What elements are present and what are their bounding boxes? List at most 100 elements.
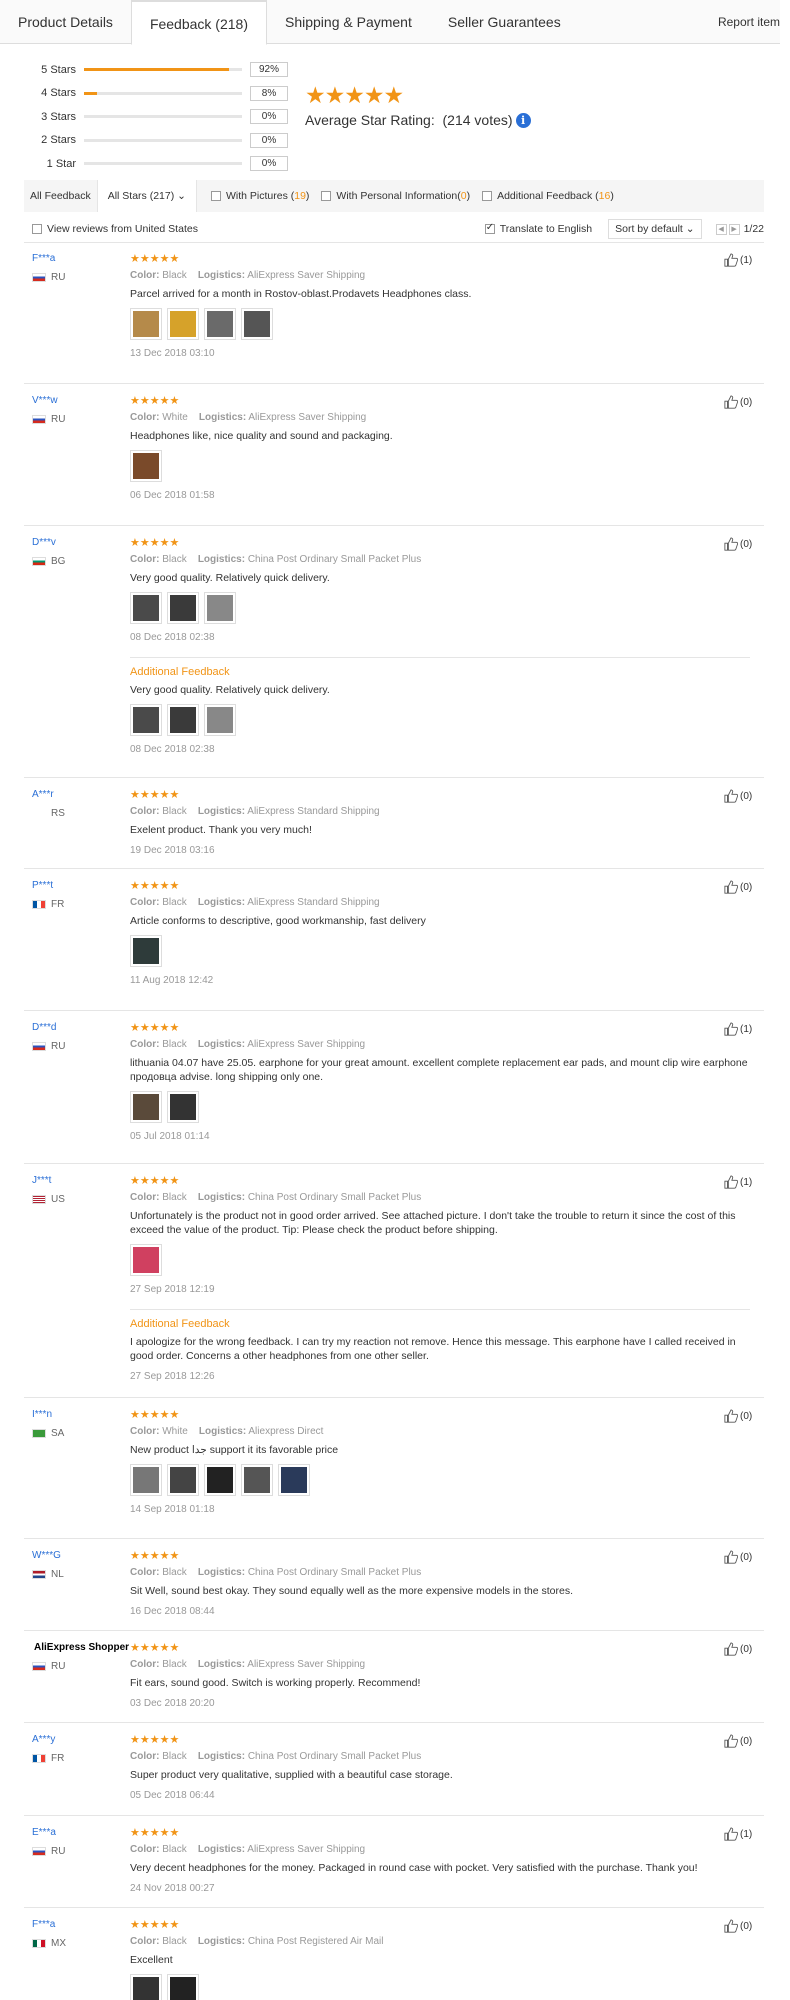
helpful-button[interactable]: (0) — [724, 1409, 752, 1423]
review-photo-thumbnail[interactable] — [167, 308, 199, 340]
next-page-icon[interactable]: ▶ — [728, 223, 740, 235]
logistics-value: AliExpress Standard Shipping — [247, 897, 380, 908]
review-photo-thumbnail[interactable] — [167, 592, 199, 624]
reviewer-name[interactable]: V***w — [32, 395, 58, 406]
review-date: 05 Jul 2018 01:14 — [130, 1131, 210, 1142]
review-text: Exelent product. Thank you very much! — [130, 824, 312, 836]
color-value: White — [162, 1426, 188, 1437]
helpful-button[interactable]: (1) — [724, 1022, 752, 1036]
review-photo-thumbnail[interactable] — [278, 1464, 310, 1496]
divider — [24, 1630, 764, 1631]
tab-feedback[interactable]: Feedback (218) — [130, 0, 267, 45]
review-stars: ★★★★★ — [130, 537, 180, 549]
checkbox[interactable] — [321, 191, 332, 201]
review-photo-thumbnail[interactable] — [130, 704, 162, 736]
review-photo-thumbnail[interactable] — [204, 1464, 236, 1496]
reviewer-country: FR — [32, 1753, 64, 1764]
reviewer-name[interactable]: A***r — [32, 789, 54, 800]
color-value: Black — [162, 806, 187, 817]
color-value: Black — [162, 1936, 187, 1947]
review-photo-thumbnail[interactable] — [130, 308, 162, 340]
report-item-link[interactable]: Report item — [718, 0, 780, 44]
reviewer-name[interactable]: A***y — [32, 1734, 55, 1745]
review-photo-thumbnail[interactable] — [130, 1091, 162, 1123]
average-rating: ★★★★★ Average Star Rating: (214 votes) i — [305, 84, 531, 128]
sort-select[interactable]: Sort by default ⌄ — [608, 219, 702, 239]
checkbox[interactable] — [482, 191, 493, 201]
review-photo-thumbnail[interactable] — [241, 1464, 273, 1496]
chevron-down-icon: ⌄ — [177, 190, 186, 202]
tab-product-details[interactable]: Product Details — [0, 0, 131, 44]
view-us-label: View reviews from United States — [47, 223, 198, 235]
reviewer-name[interactable]: F***a — [32, 253, 55, 264]
helpful-button[interactable]: (0) — [724, 395, 752, 409]
filter-label: With Pictures ( — [225, 190, 295, 202]
reviewer-name[interactable]: F***a — [32, 1919, 55, 1930]
helpful-button[interactable]: (0) — [724, 1734, 752, 1748]
reviewer-name[interactable]: P***t — [32, 880, 53, 891]
filter-with-pictures[interactable]: With Pictures (19) — [205, 190, 315, 202]
review-photo-thumbnail[interactable] — [167, 1974, 199, 2000]
review-photo-thumbnail[interactable] — [167, 1464, 199, 1496]
view-us-option[interactable]: View reviews from United States — [32, 223, 198, 235]
stars-select[interactable]: All Stars (217) ⌄ — [96, 180, 197, 212]
filter-with-personal-info[interactable]: With Personal Information(0) — [315, 190, 476, 202]
review-stars: ★★★★★ — [130, 1642, 180, 1654]
review-photo-thumbnail[interactable] — [204, 592, 236, 624]
review-photo-thumbnail[interactable] — [130, 450, 162, 482]
tab-shipping-payment[interactable]: Shipping & Payment — [267, 0, 430, 44]
checkbox[interactable] — [210, 191, 221, 201]
reviewer-name[interactable]: I***n — [32, 1409, 52, 1420]
info-icon[interactable]: i — [515, 112, 531, 128]
helpful-button[interactable]: (0) — [724, 537, 752, 551]
reviewer-name[interactable]: W***G — [32, 1550, 61, 1561]
review-photo-thumbnail[interactable] — [130, 935, 162, 967]
country-code: US — [51, 1194, 65, 1205]
country-code: NL — [51, 1569, 64, 1580]
translate-option[interactable]: Translate to English — [484, 222, 592, 235]
checkbox[interactable] — [32, 224, 42, 234]
color-value: White — [162, 412, 188, 423]
helpful-button[interactable]: (1) — [724, 1175, 752, 1189]
review-text: Super product very qualitative, supplied… — [130, 1769, 453, 1781]
color-label: Color: — [130, 1659, 160, 1670]
review-photo-thumbnail[interactable] — [130, 1464, 162, 1496]
filter-all-feedback[interactable]: All Feedback — [24, 190, 97, 202]
helpful-button[interactable]: (0) — [724, 1919, 752, 1933]
country-code: SA — [51, 1428, 65, 1439]
color-value: Black — [162, 1751, 187, 1762]
review-stars: ★★★★★ — [130, 1919, 180, 1931]
prev-page-icon[interactable]: ◀ — [715, 223, 727, 235]
review-photo-thumbnail[interactable] — [241, 308, 273, 340]
review-photo-thumbnail[interactable] — [130, 1244, 162, 1276]
reviewer-name[interactable]: D***d — [32, 1022, 56, 1033]
checkbox-checked[interactable] — [484, 222, 495, 234]
review-photo-thumbnail[interactable] — [130, 1974, 162, 2000]
review-date: 16 Dec 2018 08:44 — [130, 1606, 215, 1617]
helpful-button[interactable]: (0) — [724, 880, 752, 894]
logistics-label: Logistics: — [197, 1844, 246, 1855]
rating-bar-fill — [84, 91, 97, 95]
review-photo-thumbnail[interactable] — [204, 704, 236, 736]
divider — [24, 525, 764, 526]
helpful-button[interactable]: (1) — [724, 1827, 752, 1841]
helpful-button[interactable]: (0) — [724, 1642, 752, 1656]
divider — [130, 1309, 750, 1310]
review-photo-thumbnail[interactable] — [130, 592, 162, 624]
helpful-count: (0) — [740, 1735, 753, 1747]
color-value: Black — [162, 1659, 187, 1670]
additional-feedback-label: Additional Feedback — [130, 1318, 230, 1330]
reviewer-name[interactable]: E***a — [32, 1827, 56, 1838]
helpful-button[interactable]: (0) — [724, 789, 752, 803]
review-photo-thumbnail[interactable] — [204, 308, 236, 340]
review-photo-thumbnail[interactable] — [167, 704, 199, 736]
reviewer-name[interactable]: J***t — [32, 1175, 51, 1186]
review-photo-thumbnail[interactable] — [167, 1091, 199, 1123]
filter-additional-feedback[interactable]: Additional Feedback (16) — [476, 190, 620, 202]
reviewer-name[interactable]: D***v — [32, 537, 56, 548]
helpful-button[interactable]: (0) — [724, 1550, 752, 1564]
helpful-button[interactable]: (1) — [724, 253, 752, 267]
tab-seller-guarantees[interactable]: Seller Guarantees — [430, 0, 579, 44]
reviewer-country: BG — [32, 556, 65, 567]
review-body: ★★★★★ Color: Black Logistics: AliExpress … — [130, 1022, 748, 1142]
